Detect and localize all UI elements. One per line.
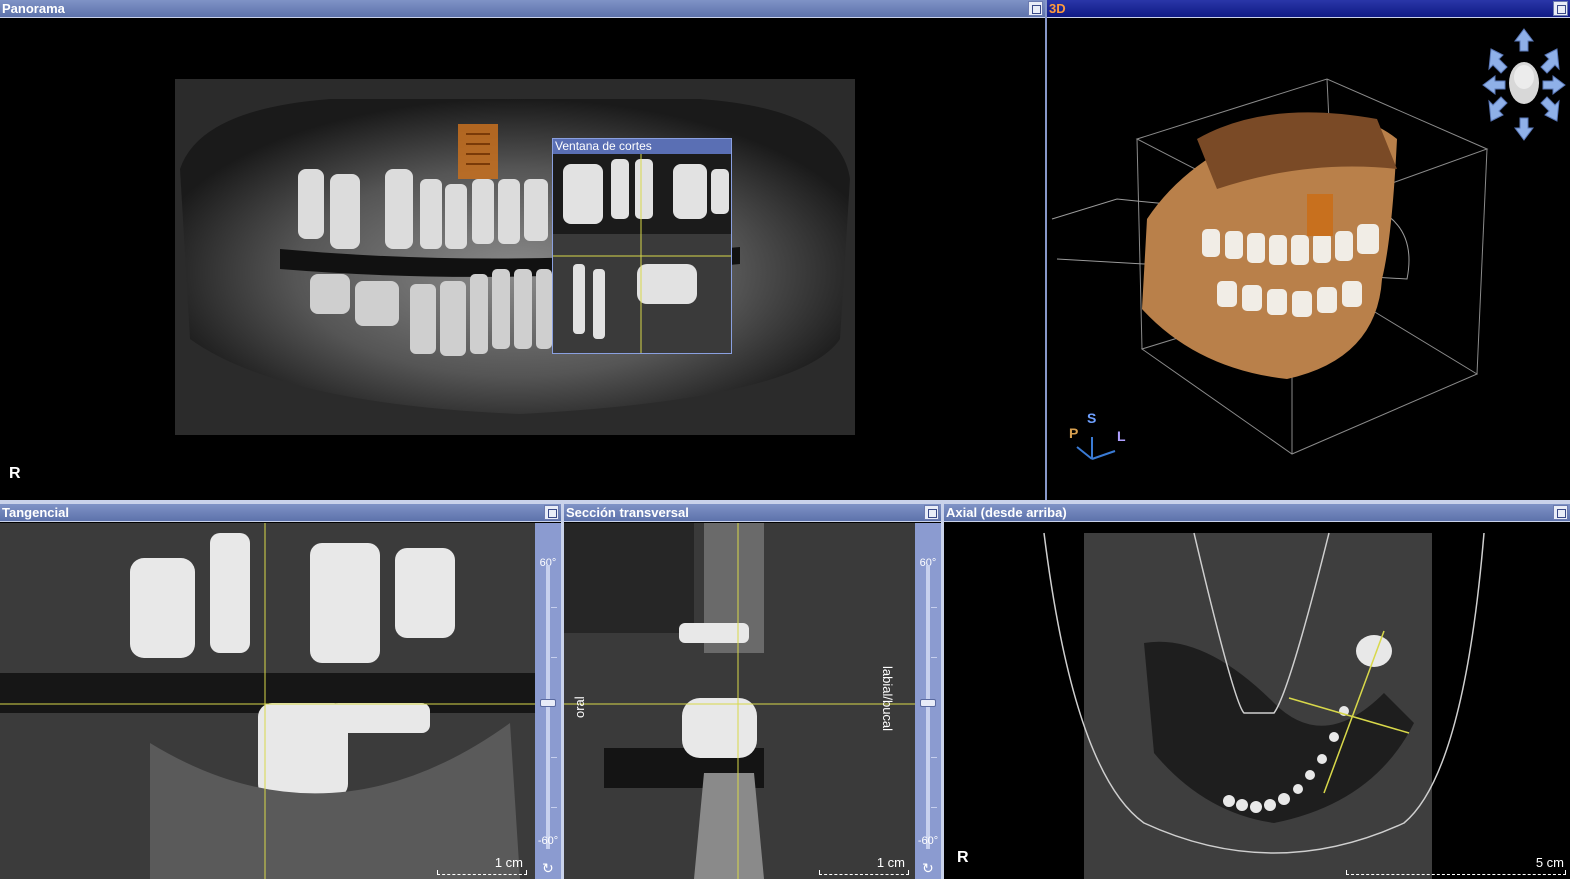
tangential-slice-image	[0, 523, 535, 879]
head-navigator-icon[interactable]	[1481, 27, 1567, 142]
slider-thumb[interactable]	[920, 699, 936, 707]
tangential-title: Tangencial	[2, 505, 69, 520]
cross-section-viewport[interactable]: oral labial/bucal 1 cm	[564, 523, 915, 879]
scale-label: 5 cm	[1535, 855, 1564, 870]
orientation-label: R	[9, 465, 21, 482]
scale-bar: 1 cm	[819, 855, 909, 875]
tangential-viewport[interactable]: 1 cm	[0, 523, 535, 879]
slice-window[interactable]: Ventana de cortes	[552, 138, 732, 354]
cross-section-title: Sección transversal	[566, 505, 689, 520]
panorama-titlebar: Panorama	[0, 0, 1045, 18]
view-3d-title: 3D	[1049, 1, 1066, 16]
cross-section-image	[564, 523, 915, 879]
slice-window-title: Ventana de cortes	[553, 139, 731, 154]
orientation-axes	[1076, 437, 1116, 460]
angle-bottom-label: -60°	[537, 835, 559, 847]
maximize-icon[interactable]	[1553, 1, 1568, 16]
tangential-pane[interactable]: Tangencial 1 cm 60° -60° ↻	[0, 504, 561, 879]
view-3d-pane[interactable]: 3D P S L	[1047, 0, 1570, 500]
implant-3d[interactable]	[1307, 194, 1333, 236]
angle-bottom-label: -60°	[917, 835, 939, 847]
maximize-icon[interactable]	[1553, 505, 1568, 520]
axis-label-s: S	[1087, 410, 1097, 426]
rotate-icon[interactable]: ↻	[542, 860, 554, 877]
scale-label: 1 cm	[494, 855, 523, 870]
panorama-pane[interactable]: Panorama R Ventana de cortes	[0, 0, 1045, 500]
orientation-label: R	[957, 849, 969, 866]
view-3d-viewport[interactable]: P S L	[1047, 19, 1570, 500]
cross-section-pane[interactable]: Sección transversal oral labial/bucal 1 …	[564, 504, 941, 879]
axis-label-p: P	[1069, 425, 1079, 441]
implant-marker[interactable]	[458, 124, 498, 179]
axial-titlebar: Axial (desde arriba)	[944, 504, 1570, 522]
maximize-icon[interactable]	[1028, 1, 1043, 16]
oral-label: oral	[572, 696, 587, 718]
angle-slider[interactable]: 60° -60° ↻	[535, 523, 561, 879]
axial-slice-image	[1043, 532, 1485, 879]
slice-window-image	[553, 154, 731, 353]
labial-bucal-label: labial/bucal	[880, 666, 895, 732]
maximize-icon[interactable]	[924, 505, 939, 520]
angle-slider[interactable]: 60° -60° ↻	[915, 523, 941, 879]
panoramic-xray-image	[175, 79, 855, 435]
axial-title: Axial (desde arriba)	[946, 505, 1067, 520]
rotate-icon[interactable]: ↻	[922, 860, 934, 877]
slider-thumb[interactable]	[540, 699, 556, 707]
tangential-titlebar: Tangencial	[0, 504, 561, 522]
axis-label-l: L	[1117, 428, 1126, 444]
scale-bar: 1 cm	[437, 855, 527, 875]
panorama-title: Panorama	[2, 1, 65, 16]
view-3d-titlebar: 3D	[1047, 0, 1570, 18]
axial-pane[interactable]: Axial (desde arriba) R 5 cm	[944, 504, 1570, 879]
axial-viewport[interactable]: R 5 cm	[944, 523, 1570, 879]
maximize-icon[interactable]	[544, 505, 559, 520]
panorama-viewport[interactable]: R	[0, 19, 1045, 500]
scale-label: 1 cm	[876, 855, 905, 870]
cross-section-titlebar: Sección transversal	[564, 504, 941, 522]
scale-bar: 5 cm	[1346, 855, 1566, 875]
